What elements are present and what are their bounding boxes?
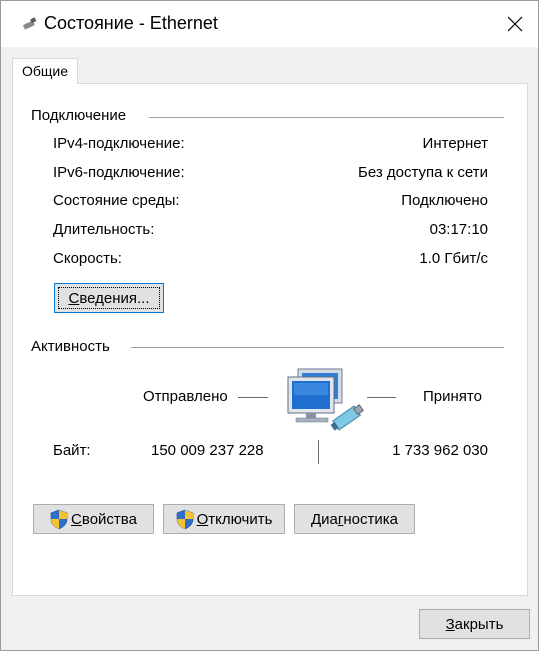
details-button[interactable]: Сведения... (54, 283, 164, 313)
title-bar[interactable]: Состояние - Ethernet (1, 1, 538, 47)
properties-button[interactable]: Свойства (33, 504, 154, 534)
activity-group-title: Активность (31, 338, 110, 355)
received-line (367, 397, 396, 398)
connection-group-title: Подключение (31, 107, 127, 124)
activity-separator (318, 440, 319, 464)
status-dialog: Состояние - Ethernet Общие Подключение I… (0, 0, 539, 651)
bytes-sent-value: 150 009 237 228 (151, 442, 264, 459)
uac-shield-icon (50, 509, 68, 529)
general-panel: Подключение IPv4-подключение: Интернет I… (12, 83, 528, 596)
window-title: Состояние - Ethernet (44, 13, 218, 33)
received-label: Принято (423, 388, 482, 405)
media-state-label: Состояние среды: (53, 192, 180, 209)
details-button-label: Сведения... (68, 289, 150, 307)
uac-shield-icon (176, 509, 193, 529)
properties-button-label: Свойства (71, 510, 137, 528)
diagnose-button[interactable]: Диагностика (294, 504, 415, 534)
ethernet-icon (21, 17, 39, 31)
close-window-button[interactable] (492, 1, 538, 47)
sent-label: Отправлено (143, 388, 228, 405)
close-button[interactable]: Закрыть (419, 609, 530, 639)
ipv4-value: Интернет (422, 135, 488, 152)
sent-line (238, 397, 268, 398)
speed-label: Скорость: (53, 250, 122, 267)
disable-button-label: Отключить (196, 510, 273, 528)
bytes-received-value: 1 733 962 030 (392, 442, 488, 459)
tab-general-label: Общие (21, 63, 69, 79)
connection-group-divider (149, 117, 504, 118)
close-button-label: Закрыть (445, 615, 504, 633)
ipv4-label: IPv4-подключение: (53, 135, 185, 152)
close-icon (507, 16, 523, 32)
activity-group-divider (131, 347, 504, 348)
ipv6-value: Без доступа к сети (358, 164, 488, 181)
speed-value: 1.0 Гбит/с (419, 250, 488, 267)
diagnose-button-label: Диагностика (311, 510, 398, 528)
tab-general[interactable]: Общие (12, 58, 78, 84)
media-state-value: Подключено (401, 192, 488, 209)
duration-label: Длительность: (53, 221, 155, 238)
disable-button[interactable]: Отключить (163, 504, 285, 534)
duration-value: 03:17:10 (429, 221, 488, 238)
network-computers-icon (284, 367, 374, 439)
ipv6-label: IPv6-подключение: (53, 164, 185, 181)
bytes-label: Байт: (53, 442, 91, 459)
